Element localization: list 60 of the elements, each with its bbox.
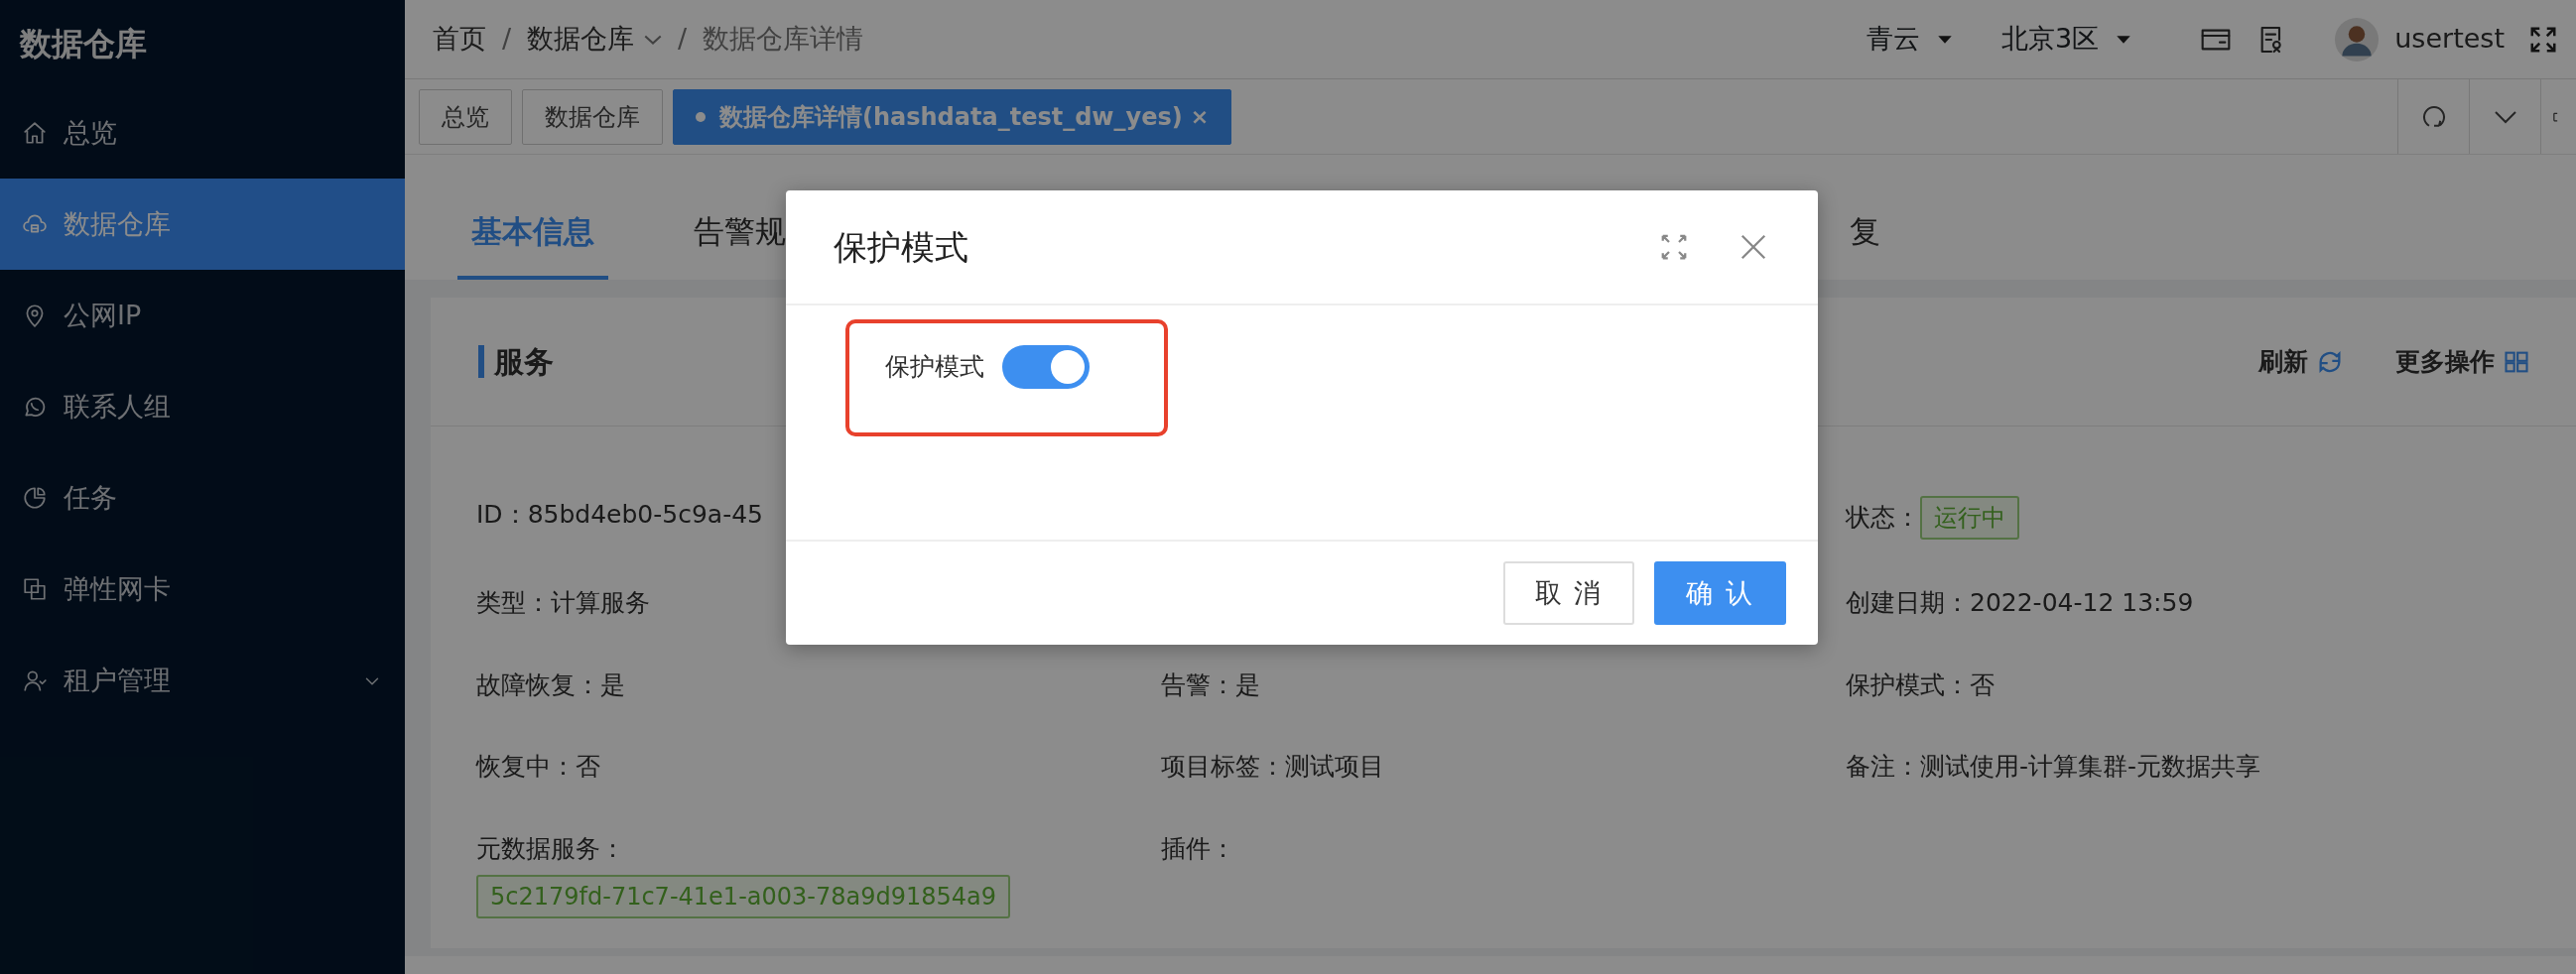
field-value: 测试项目 bbox=[1285, 752, 1384, 781]
field-label: 项目标签： bbox=[1161, 752, 1285, 781]
copy-icon bbox=[22, 576, 48, 602]
more-actions-button[interactable]: 更多操作 bbox=[2389, 341, 2536, 382]
page-tab[interactable]: 数据仓库 bbox=[522, 88, 663, 145]
field-label: 创建日期： bbox=[1846, 588, 1970, 617]
sidebar-item[interactable]: 租户管理 bbox=[0, 635, 405, 726]
field-value: 是 bbox=[600, 670, 625, 699]
expand-icon[interactable] bbox=[1659, 232, 1689, 262]
field-label: ID： bbox=[476, 500, 528, 529]
id-tag: 5c2179fd-71c7-41e1-a003-78a9d91854a9 bbox=[476, 875, 1011, 918]
field-value: 是 bbox=[1235, 670, 1260, 699]
field-label: 恢复中： bbox=[476, 752, 576, 781]
field-label: 插件： bbox=[1161, 833, 1235, 863]
sidebar-item[interactable]: 联系人组 bbox=[0, 361, 405, 452]
sidebar-item[interactable]: 数据仓库 bbox=[0, 179, 405, 270]
region-dropdown[interactable]: 北京3区 bbox=[2001, 19, 2133, 60]
chevron-down-icon bbox=[644, 34, 663, 45]
field-label: 状态： bbox=[1846, 503, 1920, 532]
avatar-icon[interactable] bbox=[2335, 17, 2380, 61]
breadcrumb-link[interactable]: 首页 bbox=[433, 19, 486, 60]
cancel-button[interactable]: 取 消 bbox=[1502, 561, 1635, 625]
breadcrumb-link[interactable]: 数据仓库 bbox=[527, 19, 663, 60]
status-tag: 运行中 bbox=[1920, 496, 2019, 540]
detail-tab[interactable]: 基本信息 bbox=[457, 207, 608, 280]
field-label: 元数据服务： bbox=[476, 833, 625, 863]
refresh-button[interactable]: 刷新 bbox=[2253, 341, 2350, 382]
field-value: 否 bbox=[576, 752, 600, 781]
sidebar-item[interactable]: 公网IP bbox=[0, 270, 405, 361]
switch-label: 保护模式 bbox=[885, 351, 984, 384]
field-value: 85bd4eb0-5c9a-45 bbox=[527, 500, 763, 529]
cloud-dropdown[interactable]: 青云 bbox=[1867, 19, 1955, 60]
section-title: 服务 bbox=[478, 345, 554, 378]
sidebar-item[interactable]: 弹性网卡 bbox=[0, 544, 405, 635]
sidebar-item[interactable]: 总览 bbox=[0, 87, 405, 179]
field-label: 保护模式： bbox=[1846, 670, 1970, 699]
field-value: 计算服务 bbox=[551, 588, 650, 617]
field-label: 故障恢复： bbox=[476, 670, 600, 699]
modal-title: 保护模式 bbox=[834, 225, 968, 269]
home-icon bbox=[22, 120, 48, 146]
confirm-button[interactable]: 确 认 bbox=[1654, 561, 1786, 625]
field-value: 测试使用-计算集群-元数据共享 bbox=[1920, 752, 2261, 781]
field-label: 告警： bbox=[1161, 670, 1235, 699]
field-value: 否 bbox=[1970, 670, 1995, 699]
dot-icon bbox=[696, 111, 706, 122]
pie-chart-icon bbox=[22, 485, 48, 511]
field-value: 2022-04-12 13:59 bbox=[1970, 588, 2194, 617]
app-title: 数据仓库 bbox=[18, 24, 148, 64]
close-icon[interactable] bbox=[1739, 232, 1768, 262]
page-tab[interactable]: 数据仓库详情(hashdata_test_dw_yes) × bbox=[673, 88, 1232, 145]
user-name[interactable]: usertest bbox=[2394, 19, 2505, 60]
breadcrumb-separator: / bbox=[502, 22, 512, 57]
field-label: 类型： bbox=[476, 588, 551, 617]
sidebar-item[interactable]: 任务 bbox=[0, 452, 405, 544]
toggle-switch[interactable] bbox=[1002, 345, 1090, 389]
page-tab[interactable]: 总览 bbox=[419, 88, 512, 145]
field-label: 备注： bbox=[1846, 752, 1920, 781]
breadcrumb-separator: / bbox=[678, 22, 688, 57]
detail-tab[interactable]: 复 bbox=[1836, 207, 1894, 280]
close-tab-button[interactable]: × bbox=[1190, 100, 1210, 133]
